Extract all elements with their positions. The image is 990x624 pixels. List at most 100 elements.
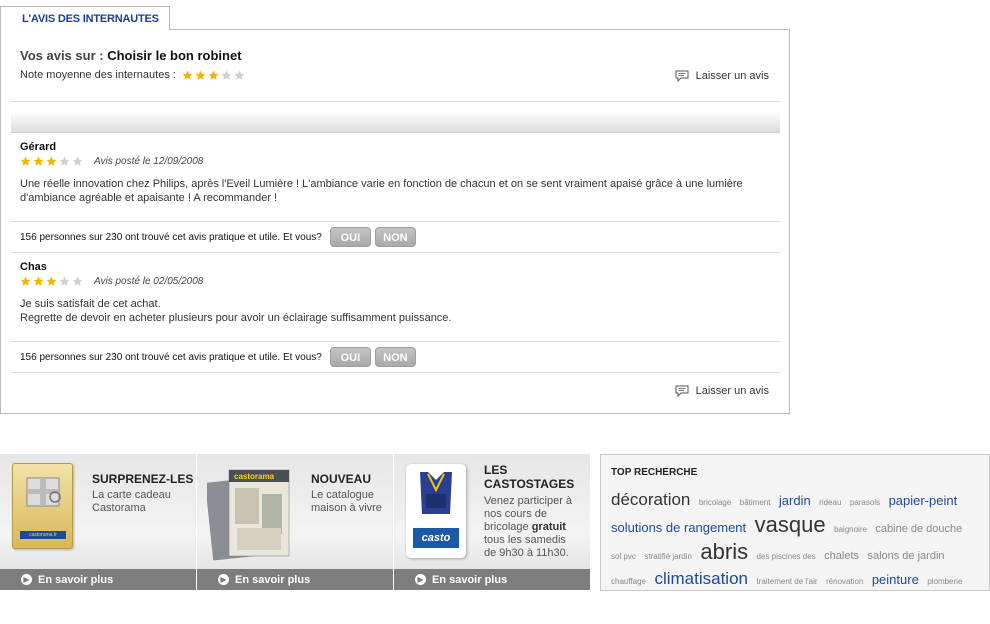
promo-title: SURPRENEZ-LES	[92, 472, 194, 486]
star-empty-icon	[72, 276, 83, 287]
castorama-brand: castorama.fr	[20, 531, 66, 539]
search-tag[interactable]: rénovation	[826, 577, 863, 586]
review-body: Je suis satisfait de cet achat. Regrette…	[20, 298, 452, 324]
search-tag[interactable]: cabine de douche	[875, 523, 962, 535]
leave-review-link-top[interactable]: Laisser un avis	[675, 70, 769, 82]
average-rating-stars	[182, 70, 247, 81]
catalogue-image: castorama	[207, 469, 290, 561]
search-tag[interactable]: traitement de l'air	[756, 577, 817, 586]
promo-title: LES CASTOSTAGES	[484, 463, 575, 491]
gift-box-icon	[26, 477, 61, 507]
star-empty-icon	[59, 276, 70, 287]
search-tag[interactable]: baignoire	[834, 525, 867, 534]
comment-icon	[675, 385, 689, 397]
helpful-text: 156 personnes sur 230 ont trouvé cet avi…	[20, 231, 322, 243]
review-rating-stars	[20, 276, 85, 287]
search-tag[interactable]: parasols	[850, 498, 880, 507]
search-tag[interactable]: abris	[700, 539, 748, 564]
search-tag[interactable]: solutions de rangement	[611, 520, 746, 535]
learn-more-link[interactable]: ▶ En savoir plus	[197, 569, 393, 590]
review-rating-stars	[20, 156, 85, 167]
search-tag[interactable]: sol pvc	[611, 552, 636, 561]
star-filled-icon	[182, 70, 193, 81]
reviews-panel: Vos avis sur : Choisir le bon robinet No…	[0, 29, 790, 414]
review-item: Gérard Avis posté le 12/09/2008 Une réel…	[20, 141, 770, 205]
divider	[11, 101, 780, 102]
star-filled-icon	[46, 156, 57, 167]
star-filled-icon	[33, 276, 44, 287]
vote-no-button[interactable]: NON	[374, 347, 416, 367]
search-tag[interactable]: chalets	[824, 550, 859, 562]
chevron-right-icon: ▶	[21, 574, 32, 585]
divider	[11, 221, 780, 222]
search-tag[interactable]: rideau	[819, 498, 841, 507]
divider	[11, 252, 780, 253]
promo-title: NOUVEAU	[311, 472, 372, 486]
comment-icon	[675, 70, 689, 82]
learn-more-label: En savoir plus	[432, 573, 508, 586]
search-tag[interactable]: peinture	[872, 572, 919, 587]
star-empty-icon	[72, 156, 83, 167]
review-date: Avis posté le 12/09/2008	[94, 156, 204, 167]
page-title: Vos avis sur : Choisir le bon robinet	[20, 48, 242, 63]
star-filled-icon	[195, 70, 206, 81]
learn-more-link[interactable]: ▶ En savoir plus	[0, 569, 196, 590]
search-tag[interactable]: bricolage	[699, 498, 731, 507]
review-author: Gérard	[20, 141, 57, 153]
castostages-image: casto	[406, 464, 466, 558]
search-tag[interactable]: vasque	[755, 512, 826, 537]
search-tag[interactable]: plomberie	[927, 577, 962, 586]
star-empty-icon	[221, 70, 232, 81]
helpful-vote-row: 156 personnes sur 230 ont trouvé cet avi…	[20, 347, 416, 367]
search-tag[interactable]: salons de jardin	[867, 550, 944, 562]
search-tag[interactable]: bâtiment	[740, 498, 771, 507]
search-tag[interactable]: climatisation	[654, 569, 748, 588]
helpful-text: 156 personnes sur 230 ont trouvé cet avi…	[20, 351, 322, 363]
learn-more-label: En savoir plus	[38, 573, 114, 586]
learn-more-label: En savoir plus	[235, 573, 311, 586]
learn-more-link[interactable]: ▶ En savoir plus	[394, 569, 590, 590]
search-tag[interactable]: des piscines des	[757, 552, 816, 561]
promo-text: La carte cadeau Castorama	[92, 489, 171, 514]
tab-reviews[interactable]: L'AVIS DES INTERNAUTES	[0, 6, 170, 30]
average-rating-label: Note moyenne des internautes :	[20, 69, 176, 81]
catalogue-brand: castorama	[234, 472, 275, 481]
star-empty-icon	[59, 156, 70, 167]
leave-review-label: Laisser un avis	[695, 385, 769, 397]
review-body: Une réelle innovation chez Philips, aprè…	[20, 178, 743, 204]
promo-gift-card: castorama.fr SURPRENEZ-LES La carte cade…	[0, 454, 197, 590]
search-tag[interactable]: papier-peint	[889, 493, 958, 508]
vote-no-button[interactable]: NON	[374, 227, 416, 247]
search-tag[interactable]: jardin	[779, 493, 811, 508]
review-author: Chas	[20, 261, 47, 273]
average-rating: Note moyenne des internautes :	[20, 69, 247, 81]
reviews-header-bar	[11, 111, 780, 133]
divider	[11, 341, 780, 342]
search-tag[interactable]: chauffage	[611, 577, 646, 586]
apron-icon	[420, 472, 452, 514]
search-tag[interactable]: décoration	[611, 490, 690, 509]
tag-cloud: décoration bricolage bâtiment jardin rid…	[611, 489, 983, 593]
promo-text: Venez participer à nos cours de bricolag…	[484, 495, 573, 559]
search-tag[interactable]: stratifié jardin	[644, 552, 692, 561]
review-date: Avis posté le 02/05/2008	[94, 276, 204, 287]
leave-review-link-bottom[interactable]: Laisser un avis	[675, 385, 769, 397]
star-filled-icon	[33, 156, 44, 167]
title-prefix: Vos avis sur :	[20, 48, 108, 63]
casto-logo: casto	[413, 528, 459, 548]
star-filled-icon	[20, 156, 31, 167]
chevron-right-icon: ▶	[415, 574, 426, 585]
promo-text: Le catalogue maison à vivre	[311, 489, 382, 514]
star-filled-icon	[20, 276, 31, 287]
star-filled-icon	[208, 70, 219, 81]
vote-yes-button[interactable]: OUI	[329, 227, 371, 247]
gift-card-image: castorama.fr	[12, 463, 73, 549]
star-empty-icon	[234, 70, 245, 81]
top-search-panel: TOP RECHERCHE décoration bricolage bâtim…	[600, 454, 990, 591]
divider	[11, 372, 780, 373]
title-subject: Choisir le bon robinet	[107, 48, 242, 63]
leave-review-label: Laisser un avis	[695, 70, 769, 82]
star-filled-icon	[46, 276, 57, 287]
promo-catalogue: castorama NOUVEAU Le catalogue maison à …	[197, 454, 394, 590]
vote-yes-button[interactable]: OUI	[329, 347, 371, 367]
